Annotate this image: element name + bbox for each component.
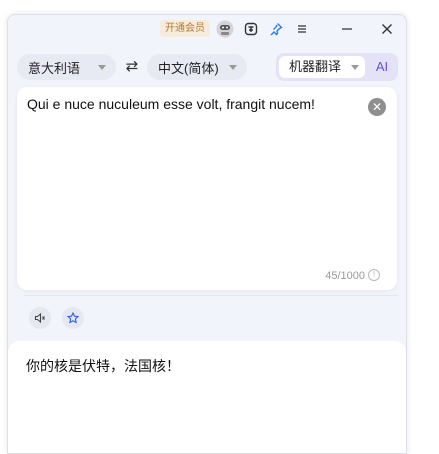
speaker-icon[interactable] (29, 307, 51, 329)
pin-icon[interactable] (266, 19, 286, 39)
menu-icon[interactable] (292, 19, 312, 39)
char-count: 45/1000 (325, 270, 365, 282)
translation-result: 你的核是伏特，法国核！ (26, 358, 180, 374)
divider (24, 295, 398, 296)
engine-label: 机器翻译 (289, 59, 342, 74)
vip-badge[interactable]: 开通会员 (160, 20, 210, 37)
engine-select[interactable]: 机器翻译 (279, 56, 365, 78)
chevron-down-icon (98, 65, 106, 70)
swap-languages-icon[interactable]: ⇄ (124, 57, 140, 77)
ai-translate-button[interactable]: AI (371, 56, 393, 78)
translator-window: 开通会员 意大利语 ⇄ 中文(简体) 机器翻译 AI Qui e nuce nu… (7, 14, 407, 454)
title-bar: 开通会员 (8, 15, 406, 45)
source-input[interactable]: Qui e nuce nuculeum esse volt, frangit n… (27, 94, 362, 114)
close-icon[interactable] (377, 19, 397, 39)
avatar-icon[interactable] (215, 19, 235, 39)
source-language-select[interactable]: 意大利语 (17, 54, 116, 80)
target-language-label: 中文(简体) (158, 60, 219, 76)
screenshot-translate-icon[interactable] (241, 19, 261, 39)
info-icon[interactable]: ! (368, 269, 380, 281)
source-text-panel[interactable]: Qui e nuce nuculeum esse volt, frangit n… (17, 87, 397, 290)
star-icon[interactable] (62, 307, 84, 329)
clear-icon[interactable]: ✕ (368, 98, 386, 116)
chevron-down-icon (351, 65, 359, 70)
chevron-down-icon (229, 65, 237, 70)
source-language-label: 意大利语 (28, 60, 81, 76)
result-panel: 你的核是伏特，法国核！ (8, 341, 406, 453)
translation-mode-group: 机器翻译 AI (276, 53, 398, 81)
target-language-select[interactable]: 中文(简体) (147, 54, 247, 80)
minimize-icon[interactable] (337, 19, 357, 39)
